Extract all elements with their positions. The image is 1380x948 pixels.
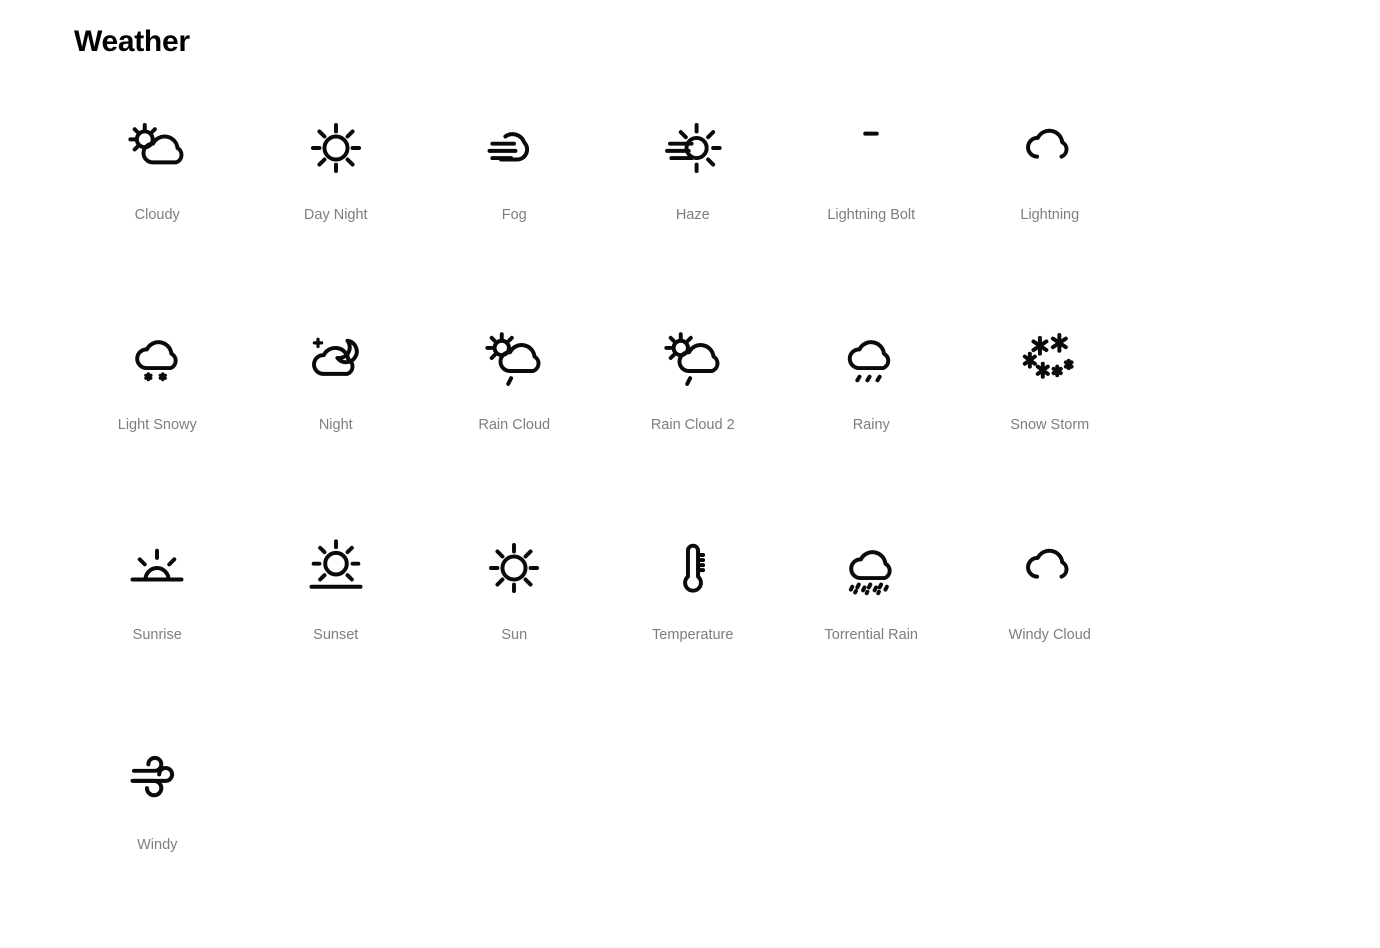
torrential-rain-icon [835, 532, 907, 604]
icon-cell-light-snowy[interactable]: Light Snowy [68, 318, 247, 528]
icon-cell-snow-storm[interactable]: Snow Storm [961, 318, 1140, 528]
icon-cell-rainy[interactable]: Rainy [782, 318, 961, 528]
icon-label: Windy [137, 837, 178, 853]
icon-cell-rain-cloud[interactable]: Rain Cloud [425, 318, 604, 528]
cloudy-icon [121, 112, 193, 184]
windy-icon [121, 742, 193, 814]
icon-label: Rainy [852, 417, 890, 433]
icon-cell-windy[interactable]: Windy [68, 738, 247, 948]
icon-label: Haze [675, 207, 710, 223]
haze-icon [657, 112, 729, 184]
rain-cloud-2-icon [657, 322, 729, 394]
rain-cloud-icon [478, 322, 550, 394]
icon-cell-sun[interactable]: Sun [425, 528, 604, 738]
icon-cell-windy-cloud[interactable]: Windy Cloud [961, 528, 1140, 738]
weather-icon-grid: Cloudy Day Night Fog Haze Lightning Bolt… [68, 108, 1318, 948]
icon-label: Lightning [1020, 207, 1080, 223]
icon-label: Night [318, 417, 353, 433]
icon-label: Fog [501, 207, 527, 223]
temperature-icon [657, 532, 729, 604]
lightning-bolt-icon [835, 112, 907, 184]
icon-cell-torrential-rain[interactable]: Torrential Rain [782, 528, 961, 738]
day-night-icon [300, 112, 372, 184]
icon-label: Torrential Rain [824, 627, 919, 643]
icon-label: Snow Storm [1010, 417, 1090, 433]
fog-icon [478, 112, 550, 184]
rainy-icon [835, 322, 907, 394]
icon-label: Day Night [303, 207, 368, 223]
sun-icon [478, 532, 550, 604]
page-title: Weather [74, 25, 190, 58]
icon-cell-haze[interactable]: Haze [604, 108, 783, 318]
night-icon [300, 322, 372, 394]
icon-gallery-page: Weather Cloudy Day Night Fog Haze Lightn… [0, 0, 1380, 885]
light-snowy-icon [121, 322, 193, 394]
icon-label: Rain Cloud 2 [650, 417, 735, 433]
icon-label: Lightning Bolt [827, 207, 916, 223]
windy-cloud-icon [1014, 532, 1086, 604]
icon-label: Light Snowy [117, 417, 197, 433]
lightning-icon [1014, 112, 1086, 184]
icon-cell-night[interactable]: Night [247, 318, 426, 528]
icon-cell-rain-cloud-2[interactable]: Rain Cloud 2 [604, 318, 783, 528]
icon-label: Sun [501, 627, 528, 643]
icon-cell-cloudy[interactable]: Cloudy [68, 108, 247, 318]
snow-storm-icon [1014, 322, 1086, 394]
icon-cell-lightning[interactable]: Lightning [961, 108, 1140, 318]
icon-label: Sunrise [132, 627, 182, 643]
sunset-icon [300, 532, 372, 604]
icon-cell-sunrise[interactable]: Sunrise [68, 528, 247, 738]
icon-label: Rain Cloud [478, 417, 551, 433]
icon-cell-temperature[interactable]: Temperature [604, 528, 783, 738]
icon-cell-lightning-bolt[interactable]: Lightning Bolt [782, 108, 961, 318]
icon-label: Cloudy [134, 207, 180, 223]
icon-cell-day-night[interactable]: Day Night [247, 108, 426, 318]
icon-cell-sunset[interactable]: Sunset [247, 528, 426, 738]
sunrise-icon [121, 532, 193, 604]
icon-label: Sunset [313, 627, 359, 643]
icon-cell-fog[interactable]: Fog [425, 108, 604, 318]
icon-label: Temperature [652, 627, 734, 643]
icon-label: Windy Cloud [1008, 627, 1091, 643]
